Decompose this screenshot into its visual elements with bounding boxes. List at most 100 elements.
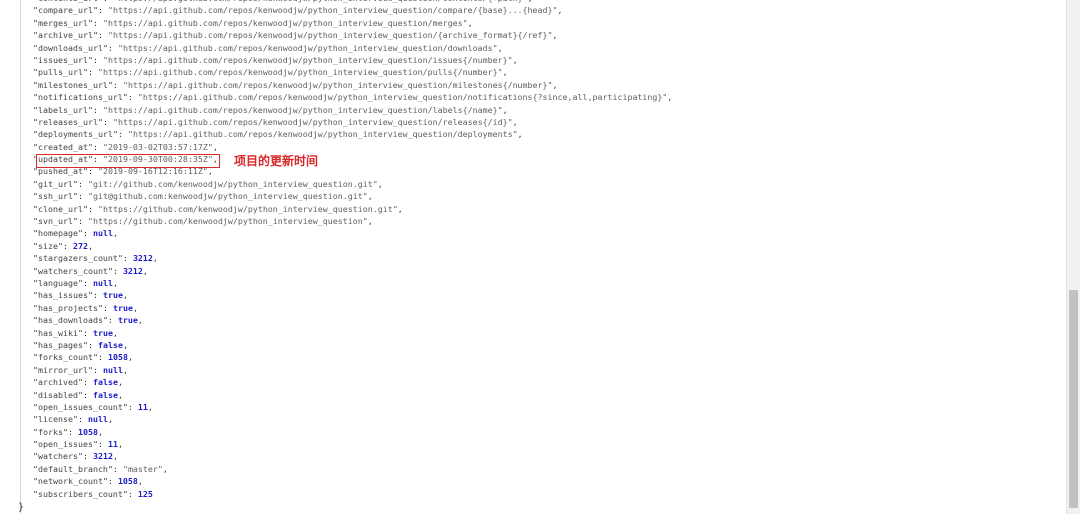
json-value: null (102, 364, 123, 375)
json-line-size: "size": 272, (33, 240, 93, 251)
json-key: open_issues_count (38, 401, 123, 412)
json-value: false (92, 389, 118, 400)
json-key: compare_url (38, 5, 93, 16)
json-line-issues-url: "issues_url": "https://api.github.com/re… (33, 54, 518, 65)
json-value: https://github.com/kenwoodjw/python_inte… (92, 216, 363, 227)
json-key: milestones_url (38, 79, 108, 90)
json-line-downloads-url: "downloads_url": "https://api.github.com… (33, 42, 503, 53)
json-key: downloads_url (38, 42, 103, 53)
json-lines: "contents_url": "https://api.github.com/… (33, 0, 1063, 500)
json-key: pulls_url (38, 67, 83, 78)
json-value: https://api.github.com/repos/kenwoodjw/p… (127, 79, 548, 90)
json-line-ssh-url: "ssh_url": "git@github.com:kenwoodjw/pyt… (33, 191, 373, 202)
json-value: true (92, 327, 113, 338)
json-line-created-at: "created_at": "2019-03-02T03:57:17Z", (33, 141, 218, 152)
json-key: git_url (38, 178, 73, 189)
json-line-watchers: "watchers": 3212, (33, 451, 118, 462)
json-line-has-wiki: "has_wiki": true, (33, 327, 118, 338)
json-key: mirror_url (38, 364, 88, 375)
json-key: disabled (38, 389, 78, 400)
json-value: null (92, 277, 113, 288)
json-key: ssh_url (38, 191, 73, 202)
json-value: false (92, 377, 118, 388)
json-value: 2019-03-02T03:57:17Z (107, 141, 208, 152)
json-line-mirror-url: "mirror_url": null, (33, 364, 128, 375)
json-key: releases_url (38, 116, 98, 127)
json-value: https://api.github.com/repos/kenwoodjw/p… (117, 116, 508, 127)
json-line-notifications-url: "notifications_url": "https://api.github… (33, 92, 673, 103)
json-line-disabled: "disabled": false, (33, 389, 123, 400)
json-value: true (102, 290, 123, 301)
json-line-compare-url: "compare_url": "https://api.github.com/r… (33, 5, 563, 16)
json-line-has-issues: "has_issues": true, (33, 290, 128, 301)
json-key: forks (38, 426, 63, 437)
json-value: 11 (137, 401, 148, 412)
json-line-forks: "forks": 1058, (33, 426, 103, 437)
json-key: created_at (38, 141, 88, 152)
json-key: contents_url (38, 0, 98, 3)
json-value: https://api.github.com/repos/kenwoodjw/p… (107, 54, 508, 65)
json-key: network_count (38, 476, 103, 487)
json-value: 1058 (117, 476, 138, 487)
json-key: watchers (38, 451, 78, 462)
json-value: 1058 (107, 352, 128, 363)
json-value: null (92, 228, 113, 239)
json-value: git@github.com:kenwoodjw/python_intervie… (92, 191, 363, 202)
json-line-svn-url: "svn_url": "https://github.com/kenwoodjw… (33, 216, 373, 227)
json-value: 272 (72, 240, 88, 251)
json-line-homepage: "homepage": null, (33, 228, 118, 239)
json-key: size (38, 240, 58, 251)
json-key: default_branch (38, 463, 108, 474)
json-line-milestones-url: "milestones_url": "https://api.github.co… (33, 79, 558, 90)
json-value: https://api.github.com/repos/kenwoodjw/p… (118, 0, 523, 3)
json-line-deployments-url: "deployments_url": "https://api.github.c… (33, 129, 523, 140)
json-line-open-issues-count: "open_issues_count": 11, (33, 401, 153, 412)
json-value: https://api.github.com/repos/kenwoodjw/p… (122, 42, 493, 53)
json-value: 125 (137, 488, 153, 499)
json-key: merges_url (38, 17, 88, 28)
updated-at-highlight-box (36, 154, 220, 168)
json-value: https://api.github.com/repos/kenwoodjw/p… (112, 5, 553, 16)
json-key: has_issues (38, 290, 88, 301)
json-key: clone_url (38, 203, 83, 214)
json-value: true (117, 315, 138, 326)
json-line-has-projects: "has_projects": true, (33, 302, 138, 313)
json-line-default-branch: "default_branch": "master", (33, 463, 168, 474)
json-key: has_pages (38, 339, 83, 350)
json-value: true (112, 302, 133, 313)
vertical-scrollbar[interactable] (1066, 0, 1080, 514)
indent-guide (20, 0, 21, 514)
json-value: 3212 (122, 265, 143, 276)
json-line-stargazers-count: "stargazers_count": 3212, (33, 253, 158, 264)
json-line-has-pages: "has_pages": false, (33, 339, 128, 350)
json-line-archived: "archived": false, (33, 377, 123, 388)
json-key: archive_url (38, 30, 93, 41)
json-value: null (87, 414, 108, 425)
json-value: 3212 (132, 253, 153, 264)
json-line-language: "language": null, (33, 277, 118, 288)
json-line-clone-url: "clone_url": "https://github.com/kenwood… (33, 203, 403, 214)
json-value: 3212 (92, 451, 113, 462)
json-key: forks_count (38, 352, 93, 363)
closing-brace: } (18, 502, 25, 513)
json-key: labels_url (38, 104, 88, 115)
json-value: https://api.github.com/repos/kenwoodjw/p… (102, 67, 498, 78)
json-key: svn_url (38, 216, 73, 227)
json-value: https://api.github.com/repos/kenwoodjw/p… (107, 17, 463, 28)
json-value: master (127, 463, 158, 474)
json-key: issues_url (38, 54, 88, 65)
json-value: 11 (107, 439, 118, 450)
json-key: deployments_url (38, 129, 113, 140)
scrollbar-thumb[interactable] (1069, 290, 1078, 508)
json-value: git://github.com/kenwoodjw/python_interv… (92, 178, 373, 189)
json-line-archive-url: "archive_url": "https://api.github.com/r… (33, 30, 558, 41)
json-line-has-downloads: "has_downloads": true, (33, 315, 143, 326)
annotation-label: 项目的更新时间 (234, 154, 319, 168)
json-line-git-url: "git_url": "git://github.com/kenwoodjw/p… (33, 178, 383, 189)
json-value: 1058 (77, 426, 98, 437)
json-line-releases-url: "releases_url": "https://api.github.com/… (33, 116, 518, 127)
json-value: https://api.github.com/repos/kenwoodjw/p… (142, 92, 663, 103)
json-key: language (38, 277, 78, 288)
json-line-labels-url: "labels_url": "https://api.github.com/re… (33, 104, 508, 115)
json-key: archived (38, 377, 78, 388)
